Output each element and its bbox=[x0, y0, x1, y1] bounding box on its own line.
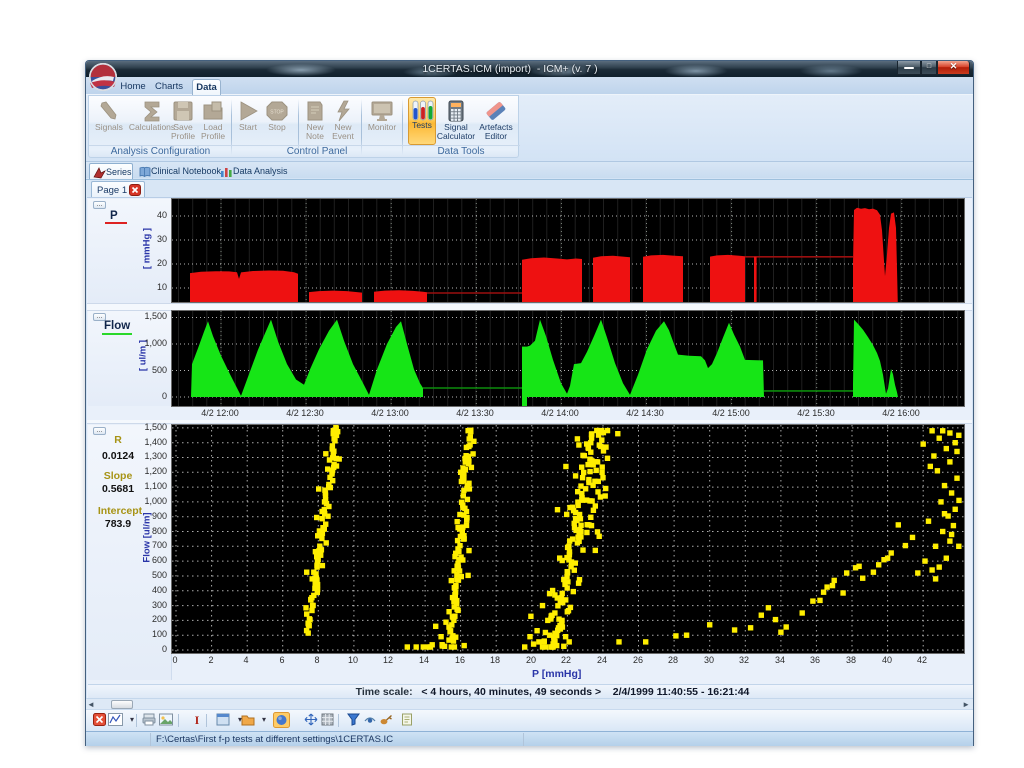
svg-text:STOP: STOP bbox=[270, 110, 284, 116]
